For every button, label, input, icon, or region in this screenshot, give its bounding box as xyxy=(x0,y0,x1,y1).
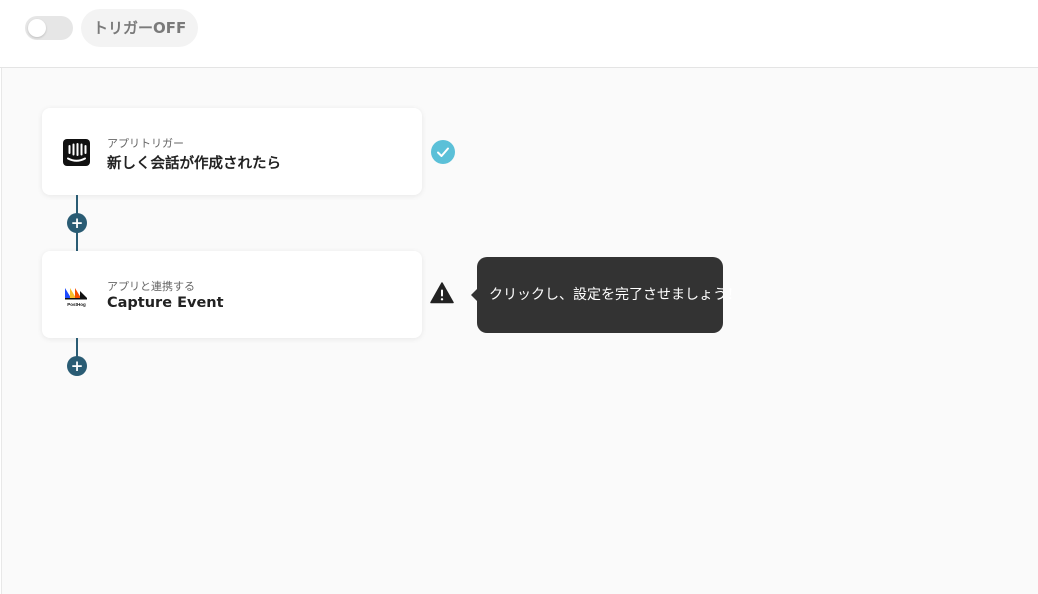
flow-step-action[interactable]: PostHog アプリと連携する Capture Event xyxy=(42,251,422,338)
svg-text:PostHog: PostHog xyxy=(67,302,86,307)
trigger-toggle[interactable] xyxy=(25,16,73,40)
add-step-button[interactable]: + xyxy=(67,213,87,233)
step-title: 新しく会話が作成されたら xyxy=(107,156,281,172)
add-step-button[interactable]: + xyxy=(67,356,87,376)
intercom-logo-icon xyxy=(63,139,90,166)
step-title: Capture Event xyxy=(107,295,224,311)
check-circle-icon xyxy=(431,140,455,164)
top-bar: トリガーOFF xyxy=(0,0,1038,68)
warning-icon xyxy=(430,281,454,305)
step-subtitle: アプリトリガー xyxy=(107,137,184,150)
flow-step-trigger[interactable]: アプリトリガー 新しく会話が作成されたら xyxy=(42,108,422,195)
trigger-status-label: トリガーOFF xyxy=(81,9,199,47)
setup-tooltip: クリックし、設定を完了させましょう！ xyxy=(477,257,741,333)
posthog-logo-icon: PostHog xyxy=(63,282,90,309)
step-subtitle: アプリと連携する xyxy=(107,280,195,293)
toggle-knob xyxy=(28,19,46,37)
